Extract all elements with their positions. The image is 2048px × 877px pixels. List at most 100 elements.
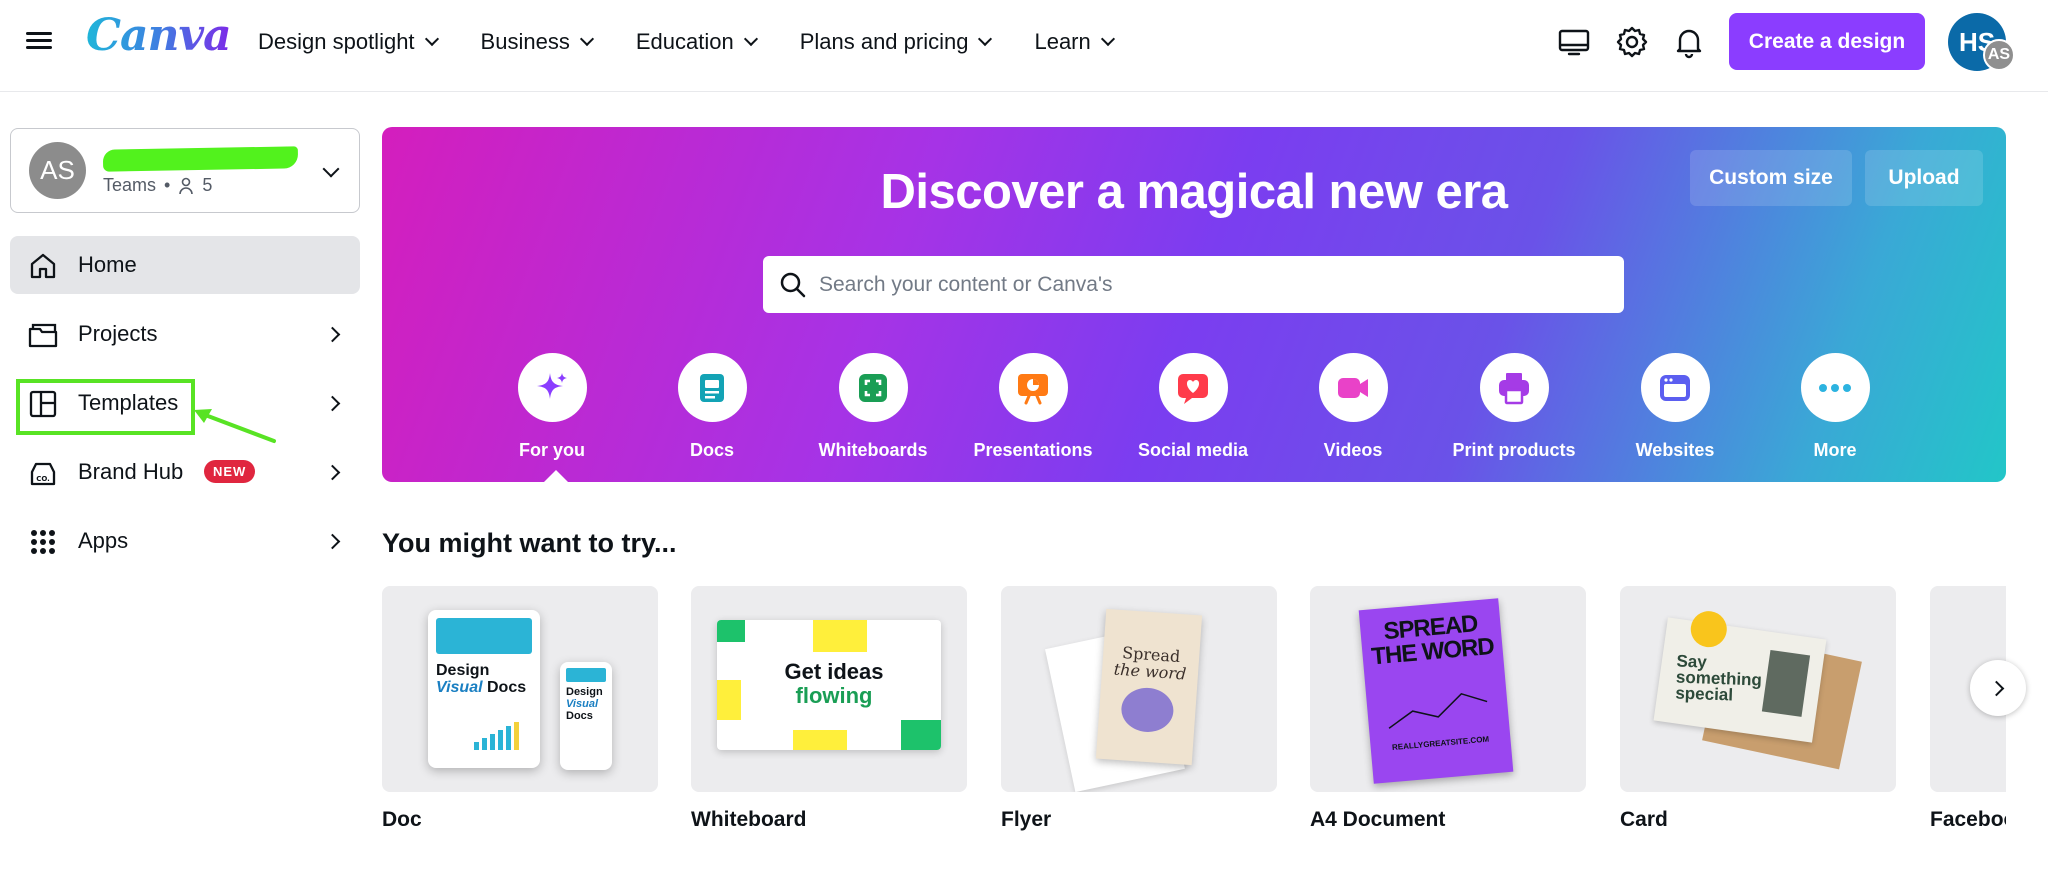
thumb-text: the word bbox=[1113, 659, 1187, 684]
redaction-scribble bbox=[102, 146, 299, 172]
suggestion-card-doc[interactable]: Design Visual Docs Design Visual Docs Doc bbox=[382, 586, 658, 831]
nav-label: Business bbox=[480, 29, 570, 54]
category-label: More bbox=[1813, 440, 1857, 460]
upload-button[interactable]: Upload bbox=[1865, 150, 1983, 206]
printer-icon bbox=[1479, 353, 1549, 422]
sidebar-item-home[interactable]: Home bbox=[10, 236, 360, 294]
video-icon bbox=[1318, 353, 1388, 422]
card-label: Whiteboard bbox=[691, 808, 807, 831]
thumb-text: Visual bbox=[436, 679, 483, 696]
suggestion-carousel: Design Visual Docs Design Visual Docs Doc bbox=[382, 586, 2006, 877]
team-meta: Teams • 5 bbox=[103, 175, 212, 196]
top-navigation-bar: Canva Design spotlight Business Educatio… bbox=[0, 0, 2048, 92]
category-presentations[interactable]: Presentations bbox=[963, 353, 1103, 461]
apps-grid-icon bbox=[31, 530, 55, 554]
nav-design-spotlight[interactable]: Design spotlight bbox=[258, 29, 439, 55]
notification-bell-icon[interactable] bbox=[1671, 24, 1707, 60]
create-design-button[interactable]: Create a design bbox=[1729, 13, 1925, 70]
sparkle-icon bbox=[517, 353, 587, 422]
sidebar-item-apps[interactable]: Apps bbox=[10, 512, 360, 570]
chevron-right-icon bbox=[324, 395, 341, 411]
nav-learn[interactable]: Learn bbox=[1034, 29, 1115, 55]
thumb-text: Design bbox=[436, 662, 490, 679]
nav-plans-and-pricing[interactable]: Plans and pricing bbox=[799, 29, 993, 55]
person-icon bbox=[179, 177, 194, 194]
home-icon bbox=[30, 253, 56, 279]
annotation-highlight-box bbox=[16, 379, 195, 435]
category-videos[interactable]: Videos bbox=[1283, 353, 1423, 461]
category-print-products[interactable]: Print products bbox=[1444, 353, 1584, 461]
suggestion-card-a4-document[interactable]: SPREAD THE WORD REALLYGREATSITE.COM A4 D… bbox=[1310, 586, 1586, 831]
category-social-media[interactable]: Social media bbox=[1123, 353, 1263, 461]
thumb-text: flowing bbox=[795, 683, 873, 708]
category-docs[interactable]: Docs bbox=[642, 353, 782, 461]
main-nav: Design spotlight Business Education Plan… bbox=[258, 0, 1115, 84]
thumb-text: Get ideas bbox=[784, 659, 884, 684]
hero-banner: Discover a magical new era Custom size U… bbox=[382, 127, 2006, 482]
card-label: Card bbox=[1620, 808, 1668, 831]
suggestion-card-flyer[interactable]: Spread the word Flyer bbox=[1001, 586, 1277, 831]
category-label: For you bbox=[519, 440, 585, 460]
svg-text:CO.: CO. bbox=[36, 475, 50, 483]
website-icon bbox=[1640, 353, 1710, 422]
annotation-arrow-icon bbox=[194, 409, 276, 443]
bullet-separator: • bbox=[164, 175, 171, 195]
new-badge: NEW bbox=[204, 460, 256, 483]
team-switcher[interactable]: AS … Teams • 5 bbox=[10, 128, 360, 213]
thumb-text: Docs bbox=[487, 679, 527, 696]
category-label: Presentations bbox=[973, 440, 1093, 460]
sidebar-item-label: Home bbox=[78, 252, 137, 277]
nav-label: Education bbox=[635, 29, 734, 54]
folder-icon bbox=[28, 323, 58, 348]
chevron-down-icon bbox=[322, 160, 340, 178]
category-websites[interactable]: Websites bbox=[1605, 353, 1745, 461]
canva-logo[interactable]: Canva bbox=[86, 10, 232, 61]
search-box[interactable] bbox=[763, 256, 1624, 313]
sidebar-item-label: Projects bbox=[78, 321, 158, 346]
thumb-text: special bbox=[1675, 683, 1734, 705]
sidebar-item-projects[interactable]: Projects bbox=[10, 305, 360, 363]
card-label: A4 Document bbox=[1310, 808, 1446, 831]
category-label: Docs bbox=[689, 440, 734, 460]
card-thumbnail: SPREAD THE WORD REALLYGREATSITE.COM bbox=[1310, 586, 1586, 792]
card-label: Facebook post bbox=[1930, 808, 2006, 831]
suggestion-card-whiteboard[interactable]: Get ideas flowing Whiteboard bbox=[691, 586, 967, 831]
doc-icon bbox=[677, 353, 747, 422]
card-thumbnail: Get ideas flowing bbox=[691, 586, 967, 792]
suggestion-card-card[interactable]: Say something special Card bbox=[1620, 586, 1896, 831]
category-label: Print products bbox=[1452, 440, 1576, 460]
sidebar-item-label: Apps bbox=[78, 528, 129, 553]
hamburger-menu-icon[interactable] bbox=[26, 28, 52, 54]
presentation-icon bbox=[998, 353, 1068, 422]
chevron-down-icon bbox=[978, 31, 993, 47]
carousel-next-button[interactable] bbox=[1970, 660, 2026, 716]
line-graph-icon bbox=[1388, 692, 1488, 729]
nav-label: Design spotlight bbox=[258, 29, 415, 54]
category-more[interactable]: More bbox=[1765, 353, 1905, 461]
nav-business[interactable]: Business bbox=[480, 29, 594, 55]
card-thumbnail: Say something special bbox=[1620, 586, 1896, 792]
desktop-app-icon[interactable] bbox=[1556, 24, 1592, 60]
search-input[interactable] bbox=[819, 256, 1609, 313]
selected-category-indicator bbox=[544, 470, 568, 482]
gear-icon[interactable] bbox=[1614, 24, 1650, 60]
nav-education[interactable]: Education bbox=[635, 29, 758, 55]
category-label: Websites bbox=[1635, 440, 1715, 460]
section-title: You might want to try... bbox=[382, 528, 677, 558]
chevron-down-icon bbox=[743, 31, 758, 47]
nav-label: Learn bbox=[1034, 29, 1091, 54]
chevron-right-icon bbox=[1988, 680, 2004, 696]
category-label: Videos bbox=[1323, 440, 1383, 460]
category-for-you[interactable]: For you bbox=[482, 353, 622, 461]
team-avatar: AS bbox=[29, 142, 86, 199]
custom-size-button[interactable]: Custom size bbox=[1690, 150, 1852, 206]
card-label: Flyer bbox=[1001, 808, 1052, 831]
category-whiteboards[interactable]: Whiteboards bbox=[803, 353, 943, 461]
chevron-right-icon bbox=[324, 464, 341, 480]
category-label: Social media bbox=[1137, 440, 1249, 460]
card-label: Doc bbox=[382, 808, 422, 831]
nav-label: Plans and pricing bbox=[799, 29, 969, 54]
sidebar-item-brand-hub[interactable]: CO. Brand Hub NEW bbox=[10, 443, 360, 501]
chevron-down-icon bbox=[424, 31, 439, 47]
heart-icon bbox=[1158, 353, 1228, 422]
